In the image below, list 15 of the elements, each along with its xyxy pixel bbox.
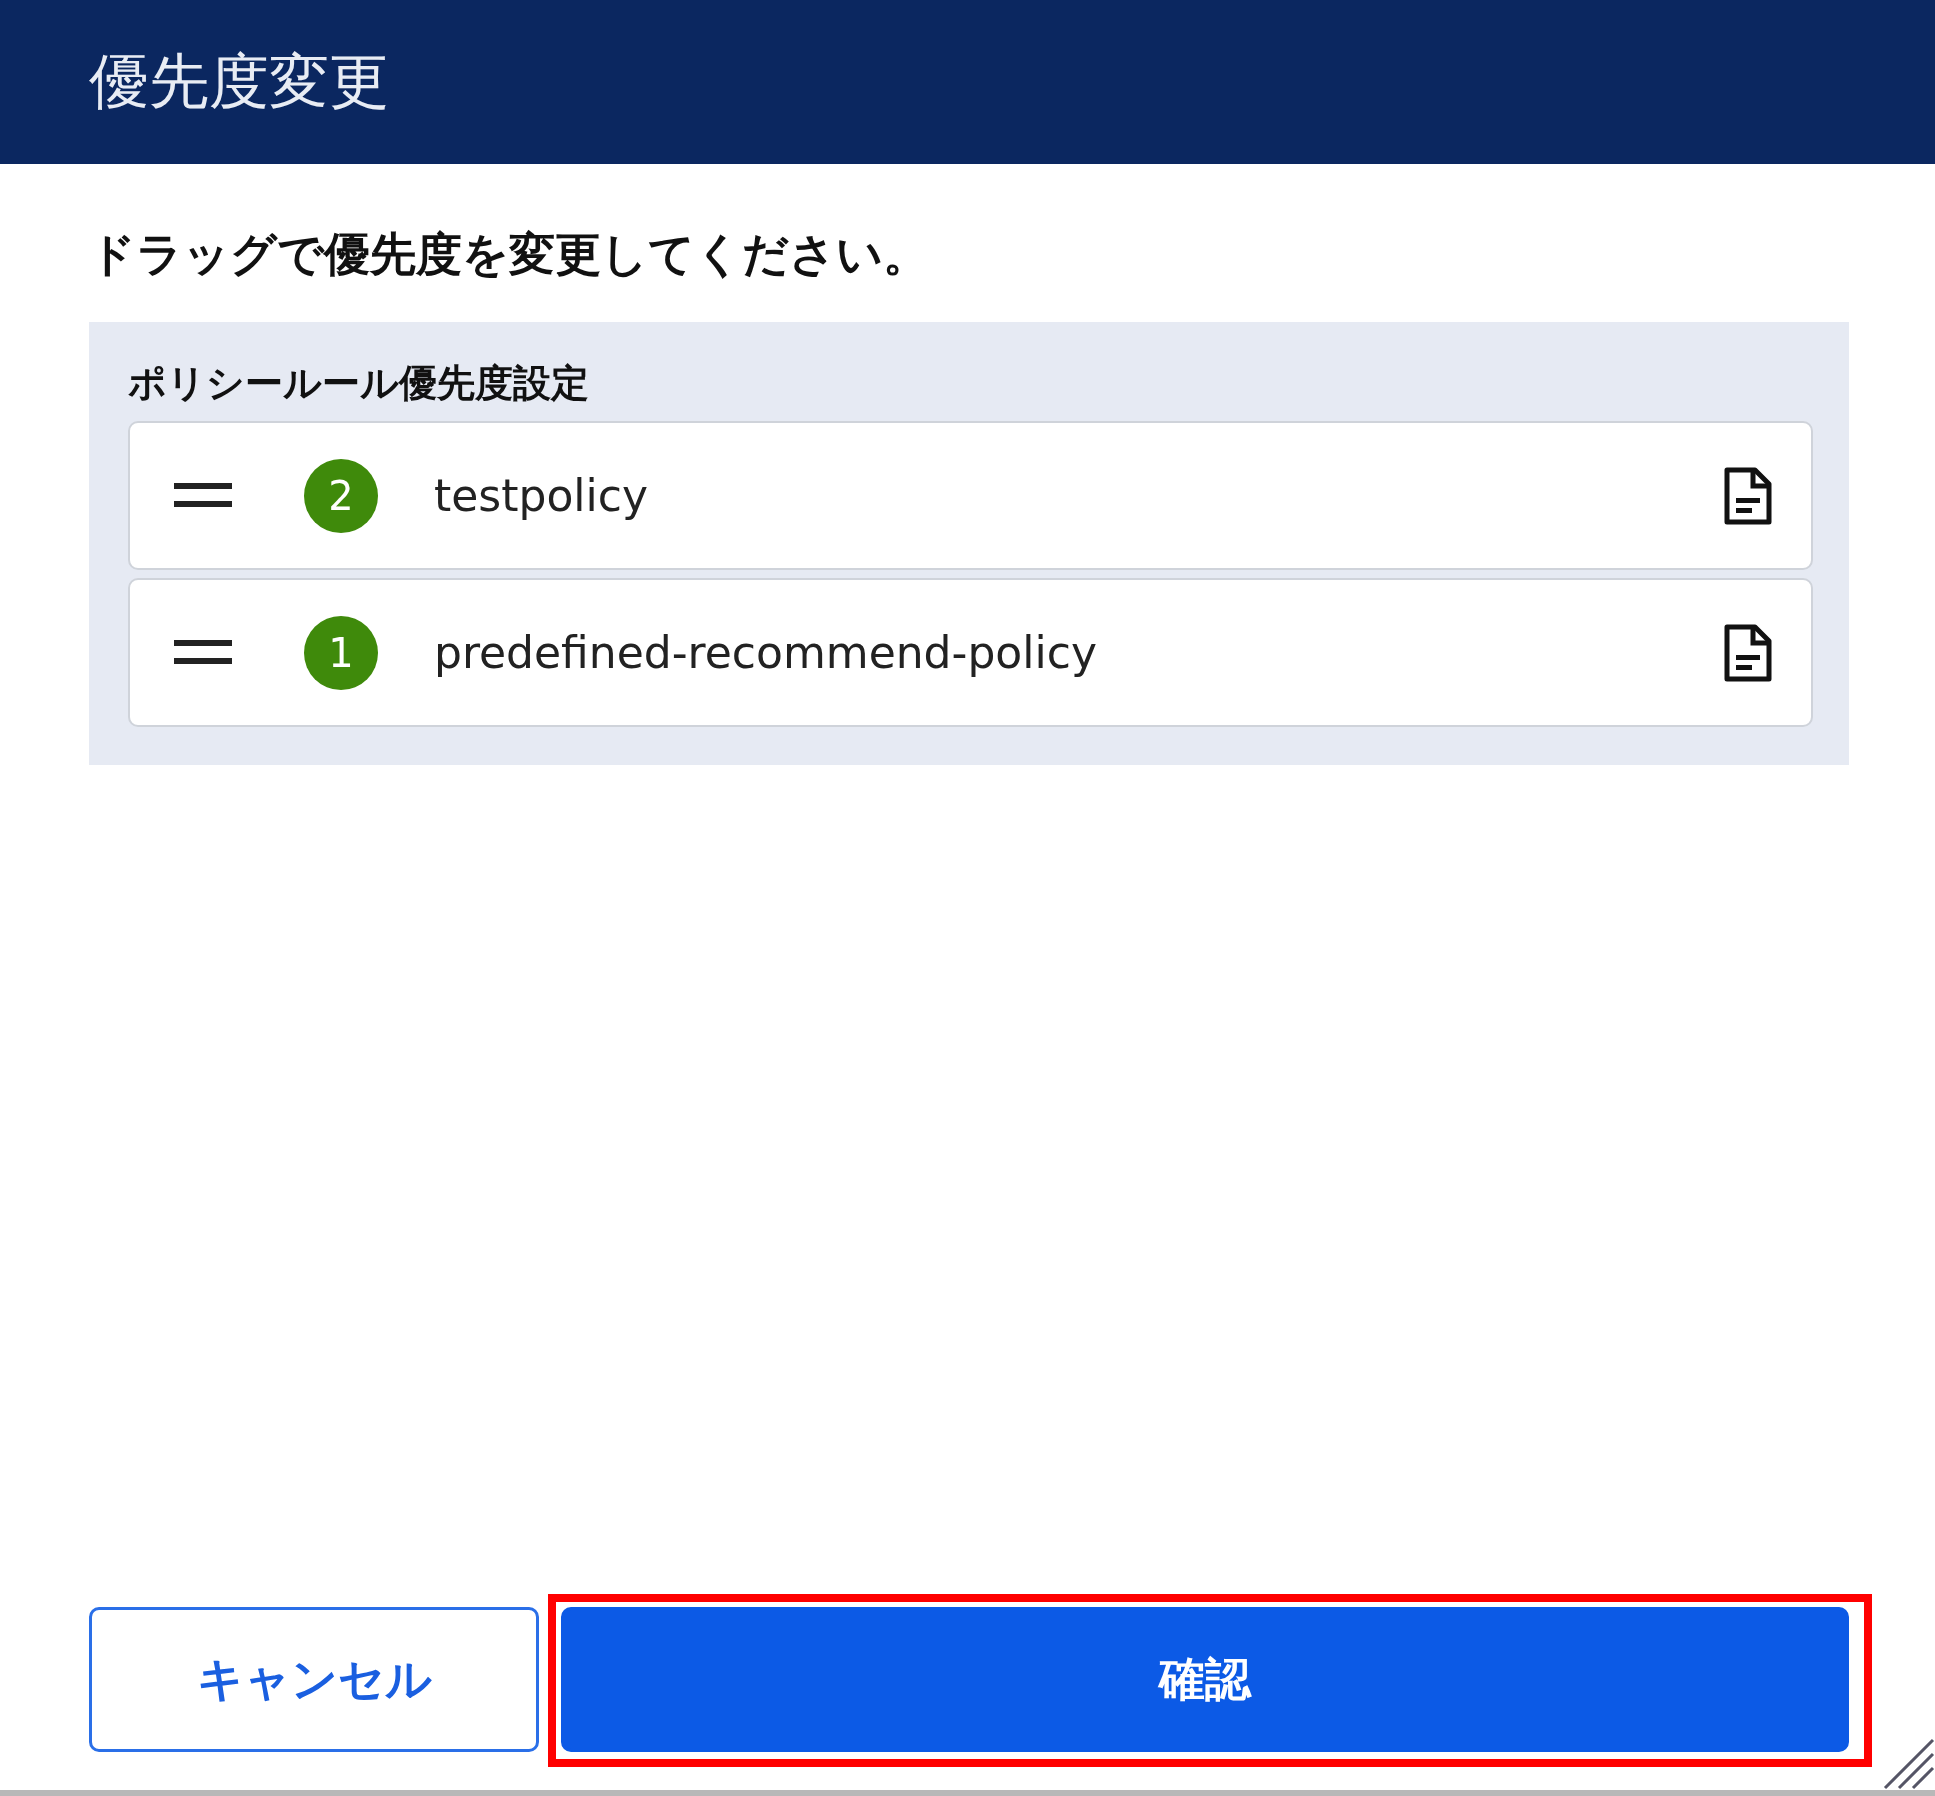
document-icon[interactable]	[1723, 465, 1773, 526]
policy-name: predefined-recommend-policy	[434, 627, 1098, 678]
panel-label: ポリシールール優先度設定	[128, 360, 590, 407]
instruction-text: ドラッグで優先度を変更してください。	[89, 226, 930, 283]
document-icon[interactable]	[1723, 622, 1773, 683]
policy-row[interactable]: 2 testpolicy	[128, 421, 1813, 570]
policy-name: testpolicy	[434, 470, 650, 521]
cancel-button[interactable]: キャンセル	[89, 1607, 539, 1752]
priority-badge: 2	[304, 458, 378, 533]
dialog-title: 優先度変更	[89, 44, 389, 118]
drag-handle-icon[interactable]	[174, 482, 232, 509]
priority-badge: 1	[304, 615, 378, 690]
drag-handle-icon[interactable]	[174, 639, 232, 666]
confirm-button[interactable]: 確認	[561, 1607, 1849, 1752]
policy-row[interactable]: 1 predefined-recommend-policy	[128, 578, 1813, 727]
